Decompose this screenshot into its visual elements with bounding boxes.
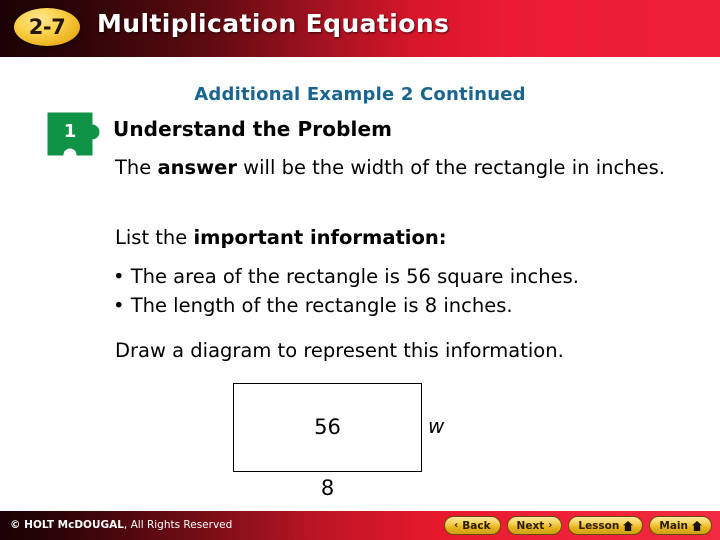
list-text-pre: List the [115,226,194,249]
answer-text-pre: The [115,156,158,179]
copyright-rights: , All Rights Reserved [123,519,233,531]
slide-footer: © HOLT McDOUGAL, All Rights Reserved ‹ B… [0,511,720,540]
lesson-button[interactable]: Lesson [568,516,644,535]
home-icon [623,520,634,531]
step-puzzle-piece: 1 [47,112,105,160]
step-title: Understand the Problem [113,117,393,141]
home-icon [692,520,702,531]
lesson-button-label: Lesson [578,519,620,532]
list-text-bold: important information: [193,226,447,249]
lesson-number-text: 2-7 [28,15,66,39]
chevron-right-icon: › [548,520,553,531]
step-number: 1 [63,121,77,142]
list-information-heading: List the important information: [115,225,447,251]
rectangle-length-label: 8 [320,476,335,500]
main-button[interactable]: Main [649,516,712,535]
rectangle-area-label: 56 [314,415,341,439]
slide-body: Additional Example 2 Continued 1 Underst… [0,57,720,511]
slide-subtitle: Additional Example 2 Continued [194,84,526,105]
answer-statement: The answer will be the width of the rect… [115,155,695,181]
bullet-item-length: • The length of the rectangle is 8 inche… [113,294,513,317]
answer-text-bold: answer [157,156,237,179]
page-title: Multiplication Equations [97,9,450,38]
rectangle-width-label: w [428,414,445,438]
lesson-number-badge: 2-7 [14,8,80,46]
main-button-label: Main [659,519,688,532]
back-button-label: Back [462,519,491,532]
bullet-item-area: • The area of the rectangle is 56 square… [113,265,579,288]
slide-header: 2-7 Multiplication Equations [0,0,720,57]
back-button[interactable]: ‹ Back [444,516,501,535]
footer-navigation: ‹ Back Next › Lesson Main [444,515,712,536]
chevron-left-icon: ‹ [454,520,459,531]
next-button-label: Next [516,519,545,532]
copyright-brand: © HOLT McDOUGAL [10,519,124,531]
draw-diagram-instruction: Draw a diagram to represent this informa… [115,339,564,362]
answer-text-post: will be the width of the rectangle in in… [236,156,665,179]
next-button[interactable]: Next › [506,516,563,535]
copyright-notice: © HOLT McDOUGAL, All Rights Reserved [10,519,232,531]
